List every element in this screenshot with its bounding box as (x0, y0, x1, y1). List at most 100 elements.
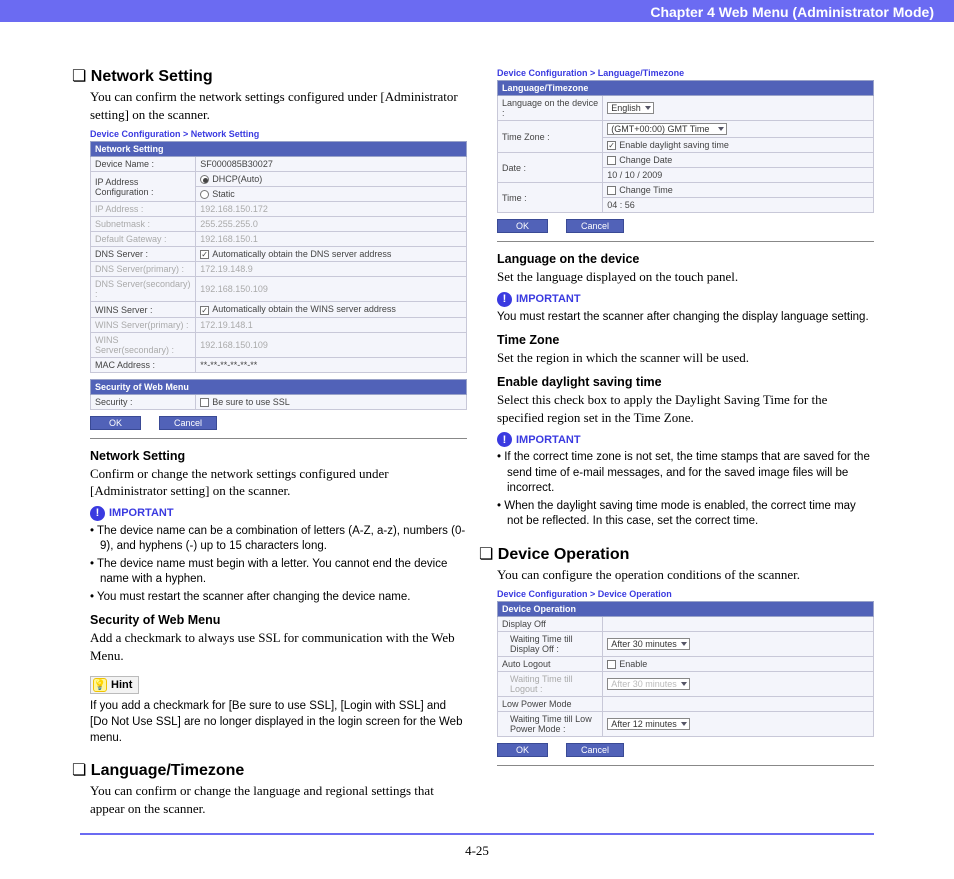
wins-auto-checkbox[interactable]: Automatically obtain the WINS server add… (196, 302, 467, 317)
shot-section-header: Device Operation (498, 602, 874, 617)
low-wait-select[interactable]: After 12 minutes (603, 712, 874, 737)
hint-body: If you add a checkmark for [Be sure to u… (90, 699, 467, 746)
ip-config-label: IP Address Configuration : (91, 172, 196, 202)
wins-label: WINS Server : (91, 302, 196, 317)
tz-label: Time Zone : (498, 121, 603, 153)
time-value: 04 : 56 (603, 198, 874, 213)
breadcrumb: Device Configuration > Language/Timezone (497, 68, 874, 78)
exclaim-icon: ! (90, 506, 105, 521)
ip-addr-label: IP Address : (91, 202, 196, 217)
important-list: The device name can be a combination of … (90, 524, 467, 606)
list-item: The device name can be a combination of … (90, 524, 467, 555)
dst-checkbox[interactable]: Enable daylight saving time (603, 138, 874, 153)
page-number: 4-25 (0, 843, 954, 859)
list-item: If the correct time zone is not set, the… (497, 450, 874, 497)
exclaim-icon: ! (497, 292, 512, 307)
chapter-header: Chapter 4 Web Menu (Administrator Mode) (0, 0, 954, 22)
dst-heading: Enable daylight saving time (497, 375, 874, 389)
low-wait-label: Waiting Time till Low Power Mode : (498, 712, 603, 737)
mac-label: MAC Address : (91, 357, 196, 372)
auto-wait-label: Waiting Time till Logout : (498, 672, 603, 697)
dns2-label: DNS Server(secondary) : (91, 277, 196, 302)
subnet-value: 255.255.255.0 (196, 217, 467, 232)
display-wait-label: Waiting Time till Display Off : (498, 632, 603, 657)
important-list-2: If the correct time zone is not set, the… (497, 450, 874, 530)
low-power-label: Low Power Mode (498, 697, 603, 712)
footer-divider (80, 833, 874, 835)
list-item: When the daylight saving time mode is en… (497, 499, 874, 530)
shot-section-header: Network Setting (91, 142, 467, 157)
lang-intro: You can confirm or change the language a… (90, 782, 467, 817)
dns1-value: 172.19.148.9 (196, 262, 467, 277)
date-value: 10 / 10 / 2009 (603, 168, 874, 183)
tz-heading: Time Zone (497, 333, 874, 347)
cancel-button[interactable]: Cancel (159, 416, 217, 430)
security-label: Security : (91, 394, 196, 409)
subnet-label: Subnetmask : (91, 217, 196, 232)
ok-button[interactable]: OK (497, 743, 548, 757)
static-radio[interactable]: Static (196, 187, 467, 202)
dns2-value: 192.168.150.109 (196, 277, 467, 302)
lang-select[interactable]: English (603, 96, 874, 121)
time-label: Time : (498, 183, 603, 213)
section-network-setting: Network Setting (72, 66, 467, 86)
wins2-value: 192.168.150.109 (196, 332, 467, 357)
wins1-value: 172.19.148.1 (196, 317, 467, 332)
lang-device-body: Set the language displayed on the touch … (497, 268, 874, 286)
security-web-body: Add a checkmark to always use SSL for co… (90, 629, 467, 664)
network-setting-subhead: Network Setting (90, 449, 467, 463)
wins2-label: WINS Server(secondary) : (91, 332, 196, 357)
display-wait-select[interactable]: After 30 minutes (603, 632, 874, 657)
wins1-label: WINS Server(primary) : (91, 317, 196, 332)
devop-intro: You can configure the operation conditio… (497, 566, 874, 584)
date-label: Date : (498, 153, 603, 183)
shot-security-header: Security of Web Menu (91, 379, 467, 394)
breadcrumb: Device Configuration > Device Operation (497, 589, 874, 599)
language-timezone-screenshot: Device Configuration > Language/Timezone… (497, 68, 874, 242)
network-intro: You can confirm the network settings con… (90, 88, 467, 123)
section-device-operation: Device Operation (479, 544, 874, 564)
device-name-value[interactable]: SF000085B30027 (196, 157, 467, 172)
list-item: You must restart the scanner after chang… (90, 590, 467, 606)
hint-badge: 💡 Hint (90, 676, 139, 694)
dhcp-radio[interactable]: DHCP(Auto) (196, 172, 467, 187)
display-off-label: Display Off (498, 617, 603, 632)
dns-auto-checkbox[interactable]: Automatically obtain the DNS server addr… (196, 247, 467, 262)
bulb-icon: 💡 (93, 678, 107, 692)
exclaim-icon: ! (497, 432, 512, 447)
imp-body-1: You must restart the scanner after chang… (497, 310, 874, 326)
device-operation-screenshot: Device Configuration > Device Operation … (497, 589, 874, 766)
network-setting-subbody: Confirm or change the network settings c… (90, 465, 467, 500)
dns1-label: DNS Server(primary) : (91, 262, 196, 277)
change-time-checkbox[interactable]: Change Time (603, 183, 874, 198)
dns-label: DNS Server : (91, 247, 196, 262)
ip-addr-value: 192.168.150.172 (196, 202, 467, 217)
ok-button[interactable]: OK (90, 416, 141, 430)
security-web-heading: Security of Web Menu (90, 613, 467, 627)
cancel-button[interactable]: Cancel (566, 743, 624, 757)
mac-value: **-**-**-**-**-** (196, 357, 467, 372)
device-name-label: Device Name : (91, 157, 196, 172)
gateway-value: 192.168.150.1 (196, 232, 467, 247)
gateway-label: Default Gateway : (91, 232, 196, 247)
auto-wait-select: After 30 minutes (603, 672, 874, 697)
important-badge: ! IMPORTANT (90, 506, 467, 521)
ok-button[interactable]: OK (497, 219, 548, 233)
important-badge: ! IMPORTANT (497, 432, 874, 447)
change-date-checkbox[interactable]: Change Date (603, 153, 874, 168)
tz-body: Set the region in which the scanner will… (497, 349, 874, 367)
shot-section-header: Language/Timezone (498, 81, 874, 96)
cancel-button[interactable]: Cancel (566, 219, 624, 233)
lang-label: Language on the device : (498, 96, 603, 121)
breadcrumb: Device Configuration > Network Setting (90, 129, 467, 139)
section-language-timezone: Language/Timezone (72, 760, 467, 780)
tz-select[interactable]: (GMT+00:00) GMT Time (603, 121, 874, 138)
dst-body: Select this check box to apply the Dayli… (497, 391, 874, 426)
ssl-checkbox[interactable]: Be sure to use SSL (196, 394, 467, 409)
list-item: The device name must begin with a letter… (90, 557, 467, 588)
auto-logout-enable-checkbox[interactable]: Enable (603, 657, 874, 672)
network-setting-screenshot: Device Configuration > Network Setting N… (90, 129, 467, 439)
important-badge: ! IMPORTANT (497, 292, 874, 307)
lang-device-heading: Language on the device (497, 252, 874, 266)
auto-logout-label: Auto Logout (498, 657, 603, 672)
